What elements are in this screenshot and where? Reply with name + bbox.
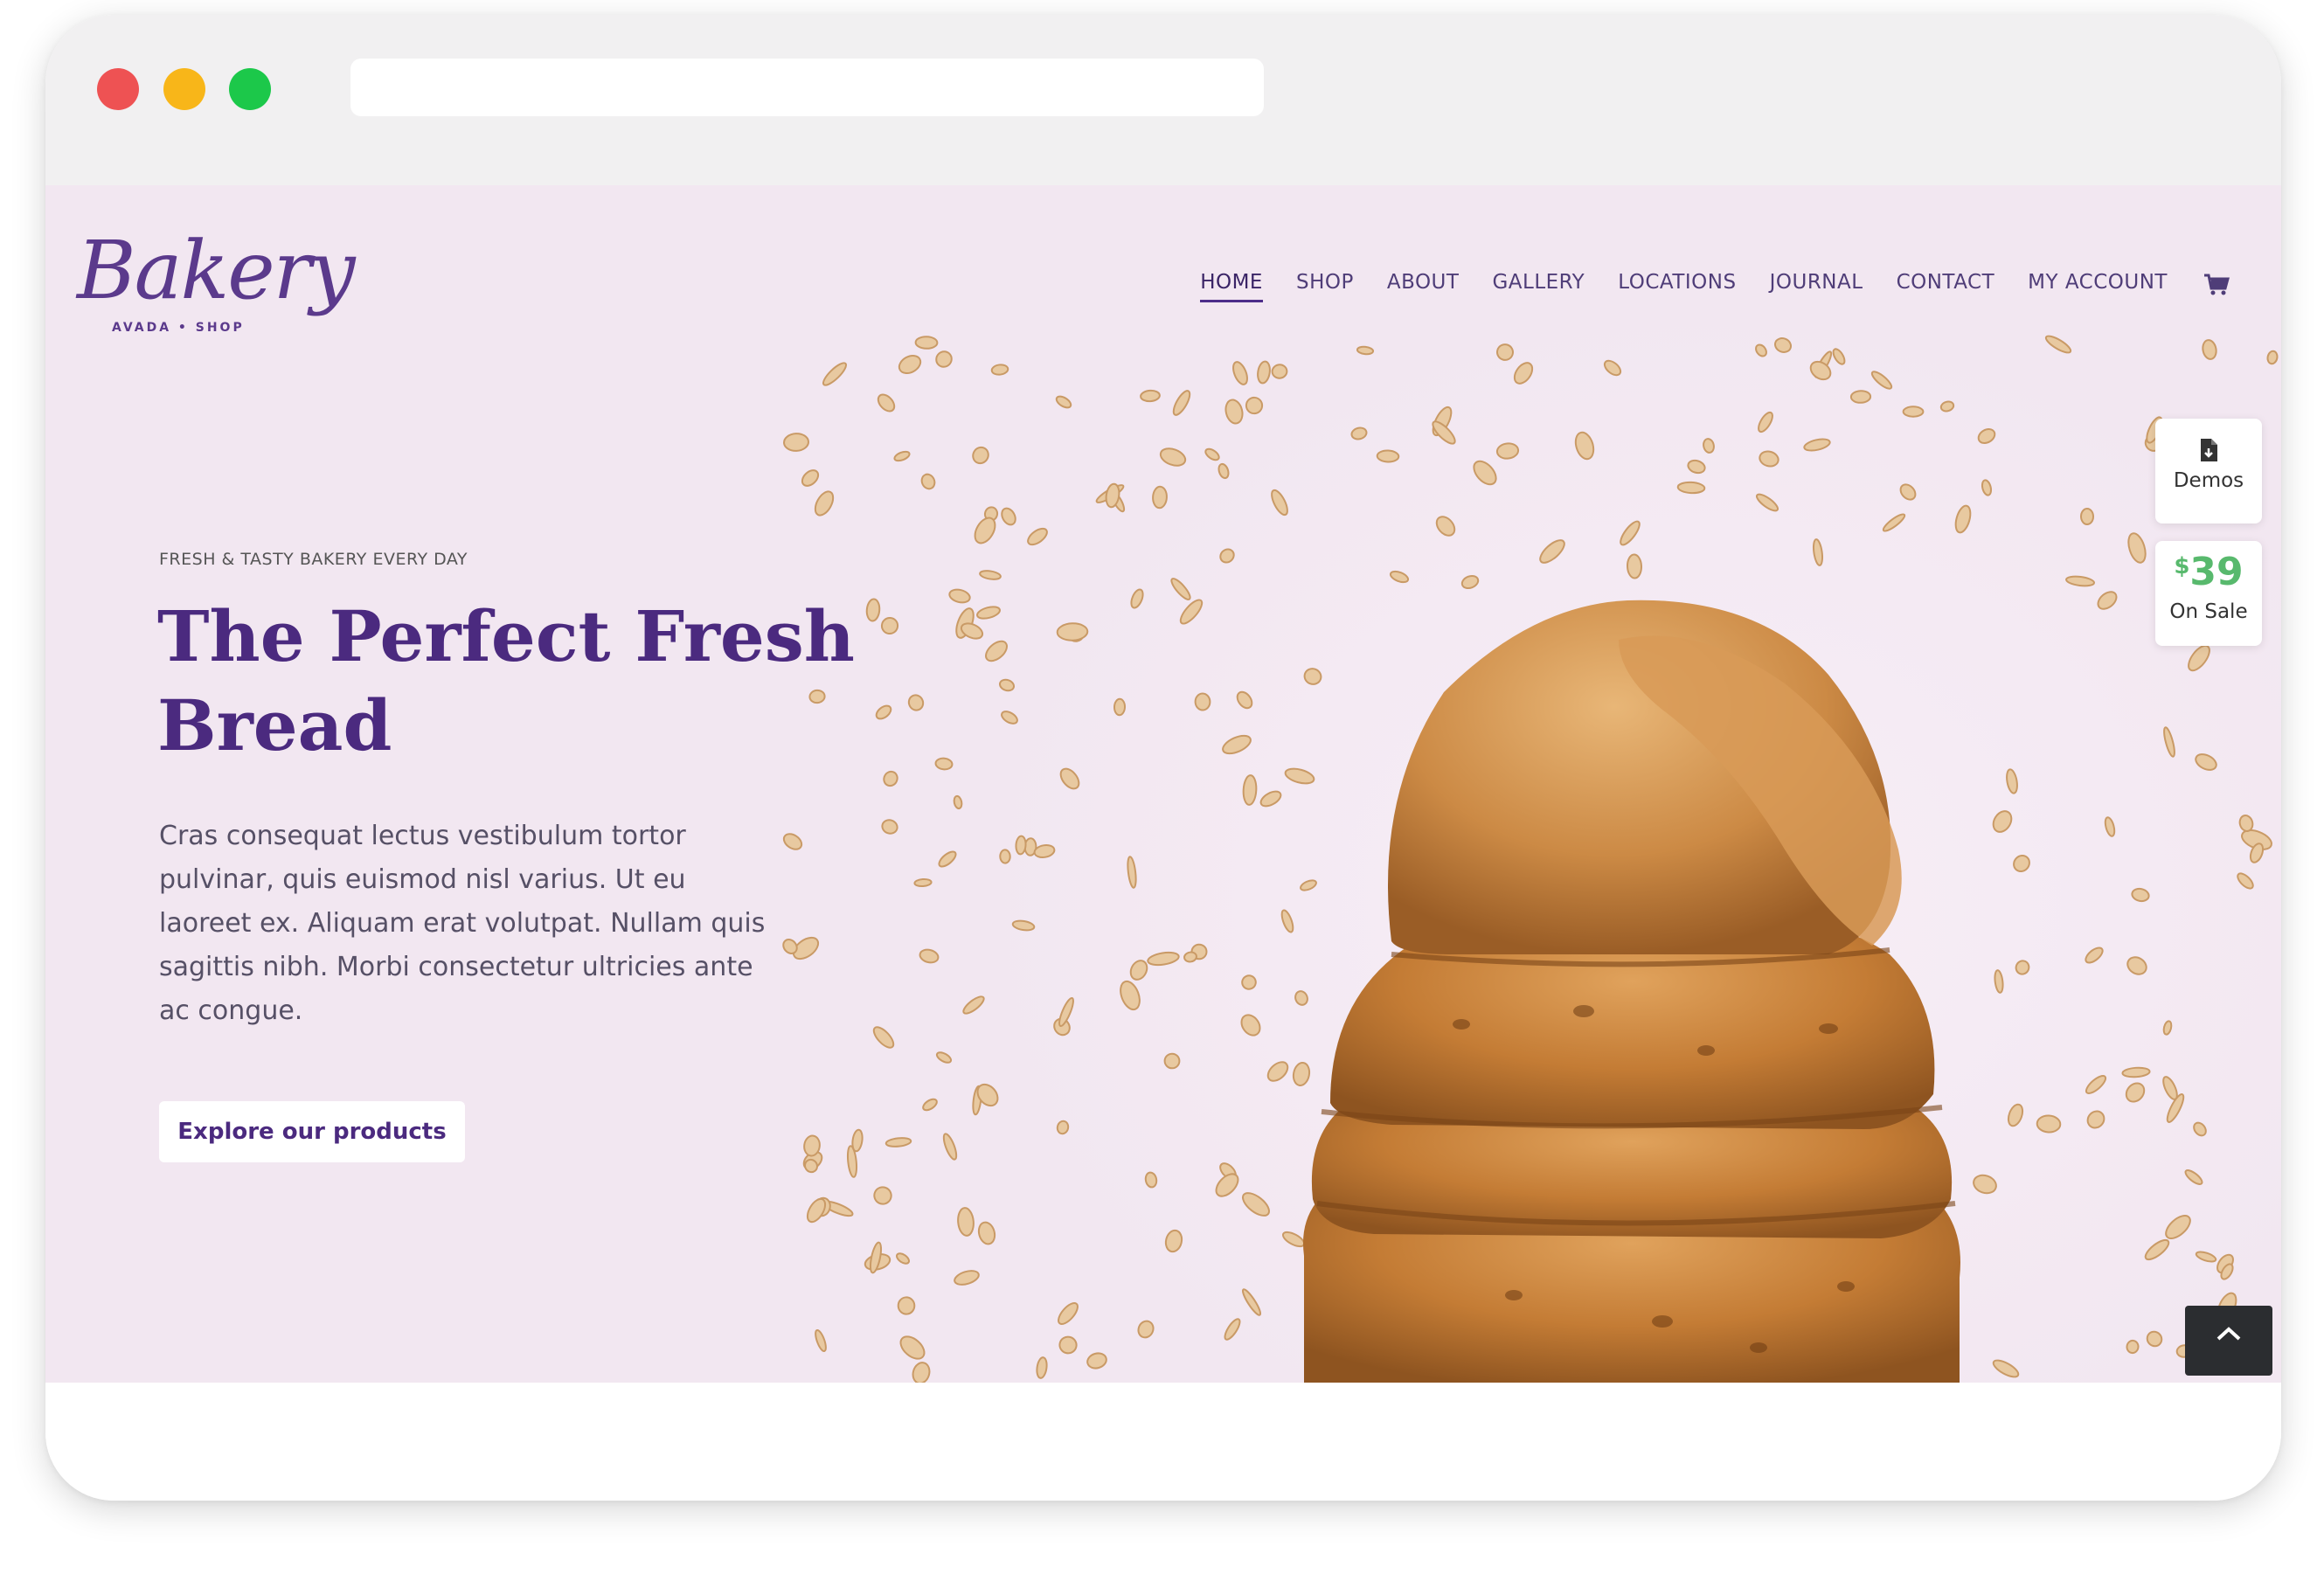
oat-flake — [914, 336, 939, 350]
page-below-fold — [45, 1383, 2281, 1501]
body-line: ac congue. — [159, 995, 303, 1026]
logo-tagline: AVADA • SHOP — [112, 321, 245, 335]
bakery-logo[interactable]: Bakery AVADA • SHOP — [77, 231, 356, 353]
oat-flake — [801, 469, 820, 487]
chevron-up-icon — [2216, 1327, 2241, 1341]
oat-flake — [1015, 835, 1027, 856]
body-line: sagittis nibh. Morbi consectetur ultrici… — [159, 952, 753, 982]
oat-flake — [897, 1296, 916, 1315]
hero-eyebrow: FRESH & TASTY BAKERY EVERY DAY — [159, 550, 468, 569]
oat-flake — [1163, 1052, 1181, 1070]
nav-item-about[interactable]: ABOUT — [1387, 271, 1460, 299]
oat-flake — [783, 433, 809, 452]
oat-flake — [1849, 390, 1872, 404]
nav-item-shop[interactable]: SHOP — [1296, 271, 1354, 299]
nav-item-gallery[interactable]: GALLERY — [1492, 271, 1585, 299]
oat-flake — [1140, 389, 1161, 403]
oat-flake — [999, 849, 1011, 864]
nav-item-journal[interactable]: JOURNAL — [1770, 271, 1863, 299]
sale-price: $39 — [2155, 553, 2262, 592]
hero-body-text: Cras consequat lectus vestibulum tortor … — [159, 815, 850, 1033]
browser-window: Bakery AVADA • SHOP HOME SHOP ABOUT GALL… — [45, 15, 2281, 1501]
close-window-button[interactable] — [97, 68, 139, 110]
oat-flake — [1626, 553, 1643, 579]
oat-flake — [1245, 396, 1264, 415]
body-line: Cras consequat lectus vestibulum tortor — [159, 821, 686, 851]
oat-flake — [2126, 1339, 2140, 1355]
oat-flake — [815, 1328, 827, 1353]
nav-item-home[interactable]: HOME — [1200, 271, 1263, 302]
oat-flake — [1676, 481, 1706, 495]
price-sale-widget[interactable]: $39 On Sale — [2155, 541, 2262, 646]
oat-flake — [1194, 692, 1211, 711]
nav-item-locations[interactable]: LOCATIONS — [1618, 271, 1736, 299]
on-sale-label: On Sale — [2169, 600, 2248, 623]
demos-widget[interactable]: Demos — [2155, 419, 2262, 524]
nav-item-my-account[interactable]: MY ACCOUNT — [2028, 271, 2168, 299]
browser-chrome — [45, 15, 2281, 185]
oat-flake — [2036, 1114, 2062, 1134]
price-amount: 39 — [2189, 550, 2244, 594]
price-currency: $ — [2174, 553, 2190, 579]
oat-flake — [913, 877, 933, 888]
nav-item-contact[interactable]: CONTACT — [1897, 271, 1995, 299]
logo-script: Bakery — [77, 224, 356, 317]
oat-flake — [2079, 508, 2095, 525]
demos-label: Demos — [2173, 469, 2244, 492]
explore-products-button[interactable]: Explore our products — [159, 1101, 465, 1162]
cart-icon[interactable] — [2203, 273, 2230, 297]
scroll-to-top-button[interactable] — [2185, 1306, 2272, 1376]
hero-headline: The Perfect Fresh Bread — [157, 592, 944, 770]
minimize-window-button[interactable] — [163, 68, 205, 110]
headline-line-2: Bread — [157, 684, 392, 766]
oat-flake — [1376, 449, 1400, 463]
body-line: laoreet ex. Aliquam erat volutpat. Nulla… — [159, 908, 766, 939]
headline-line-1: The Perfect Fresh — [157, 595, 855, 677]
oat-flake — [1056, 622, 1089, 641]
body-line: pulvinar, quis euismod nisl varius. Ut e… — [159, 864, 686, 895]
maximize-window-button[interactable] — [229, 68, 271, 110]
oat-flake — [1152, 485, 1168, 510]
oat-flake — [1113, 697, 1127, 717]
website-page: Bakery AVADA • SHOP HOME SHOP ABOUT GALL… — [45, 185, 2281, 1383]
main-navigation: HOME SHOP ABOUT GALLERY LOCATIONS JOURNA… — [1167, 267, 2230, 302]
file-icon — [2201, 439, 2217, 461]
screenshot: Bakery AVADA • SHOP HOME SHOP ABOUT GALL… — [0, 0, 2324, 1574]
address-bar[interactable] — [350, 59, 1264, 116]
bread-hero-image — [782, 185, 2281, 1383]
oat-flake — [1902, 406, 1925, 418]
